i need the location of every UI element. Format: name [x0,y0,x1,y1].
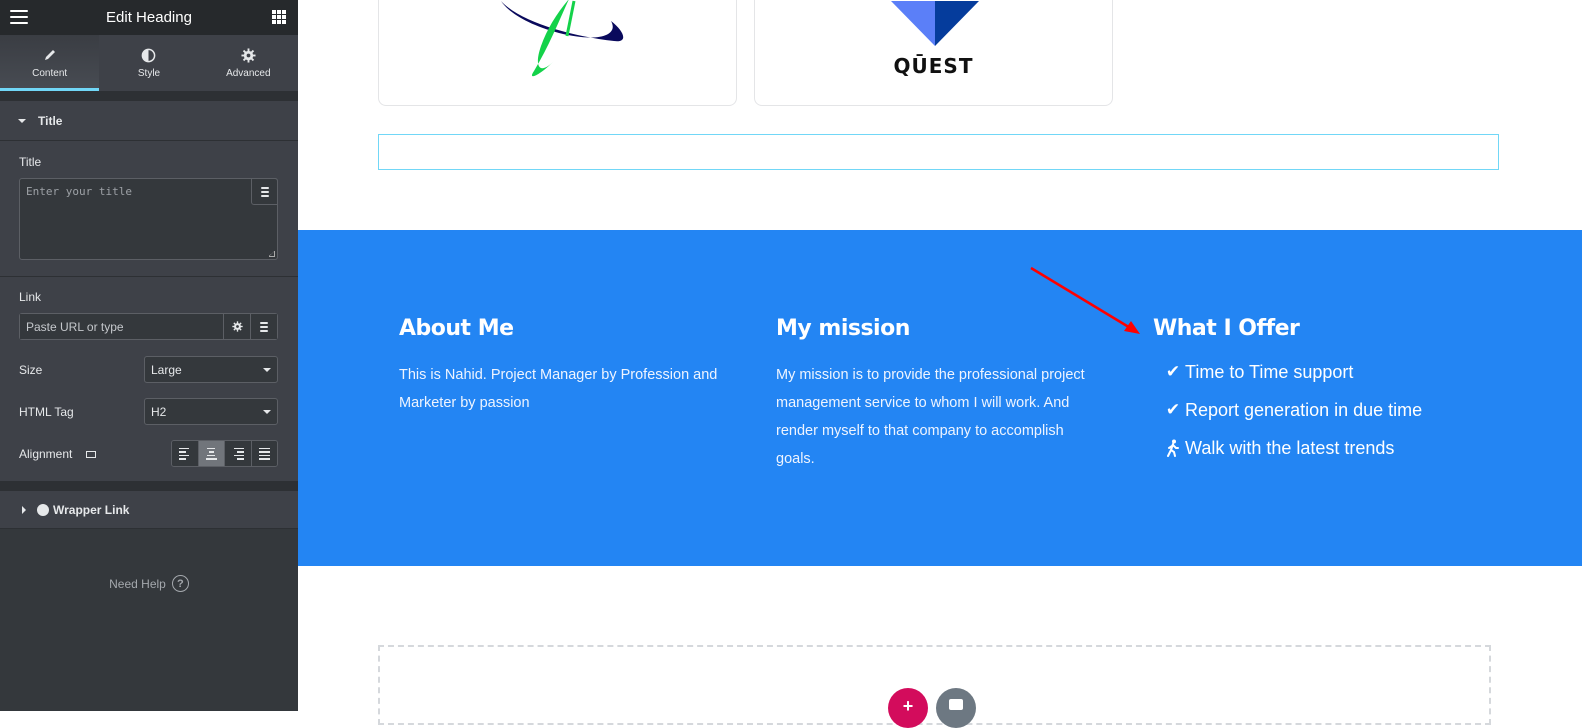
page-canvas: QŪEST About Me This is Nahid. Project Ma… [298,0,1582,728]
offer-item-text: Time to Time support [1185,361,1354,382]
offer-item: ✔ Report generation in due time [1153,391,1422,429]
alignment-label: Alignment [19,447,96,461]
desktop-monitor-icon[interactable] [85,450,96,458]
tab-label: Style [137,67,161,79]
database-icon [260,321,268,332]
selected-heading-widget[interactable] [378,134,1499,170]
chevron-down-icon [263,409,271,414]
link-field-wrap [19,313,278,340]
align-right-button[interactable] [225,441,252,466]
title-field-wrap [19,178,278,260]
about-me-text: This is Nahid. Project Manager by Profes… [399,367,718,411]
tab-advanced[interactable]: Advanced [199,35,298,91]
tab-label: Content [32,67,68,79]
tab-content[interactable]: Content [0,35,100,91]
size-control: Size Large [19,356,278,383]
about-me-column: About Me This is Nahid. Project Manager … [399,316,729,417]
pro-badge-icon [37,503,49,516]
caret-down-icon [18,118,26,123]
menu-icon[interactable] [10,10,28,24]
gear-icon [241,47,256,64]
logo-card[interactable]: QŪEST [754,0,1113,106]
offer-list: ✔ Time to Time support ✔ Report generati… [1153,353,1422,467]
dynamic-tags-button[interactable] [251,178,278,205]
plus-icon: + [902,696,914,716]
question-icon: ? [171,575,189,592]
title-label: Title [19,155,42,169]
alignment-control: Alignment [19,440,278,481]
panel-title: Edit Heading [106,9,192,26]
divider [0,481,298,491]
check-icon: ✔ [1165,400,1181,419]
pencil-icon [43,48,57,64]
check-icon: ✔ [1165,362,1181,381]
need-help-link[interactable]: Need Help ? [0,575,298,592]
title-input[interactable] [20,179,277,259]
quest-logo-icon [891,1,979,46]
about-section: About Me This is Nahid. Project Manager … [298,230,1582,566]
offer-item: Walk with the latest trends [1153,429,1422,467]
atom-orbit-logo [501,0,624,77]
folder-icon [949,699,963,710]
tab-label: Advanced [226,67,271,79]
need-help-label: Need Help [109,576,166,591]
offer-item-text: Walk with the latest trends [1185,437,1395,458]
link-input[interactable] [20,314,223,339]
size-select[interactable]: Large [144,356,278,383]
editor-panel: Edit Heading Content Style Advanced Titl… [0,0,298,711]
offer-column: What I Offer ✔ Time to Time support ✔ Re… [1153,316,1422,467]
section-wrapper-link-toggle[interactable]: Wrapper Link [0,491,298,529]
section-title-label: Title [38,113,63,128]
html-tag-control: HTML Tag H2 [19,398,278,425]
section-title-toggle[interactable]: Title [0,101,298,141]
widgets-grid-icon[interactable] [272,10,286,24]
divider [0,91,298,101]
gear-icon [231,321,243,332]
html-tag-label: HTML Tag [19,404,74,419]
about-me-heading: About Me [399,316,514,341]
html-tag-value: H2 [151,404,167,419]
offer-item-text: Report generation in due time [1185,399,1423,420]
add-section-dropzone[interactable] [378,645,1491,725]
half-circle-icon [141,48,156,64]
link-options-button[interactable] [223,314,250,339]
alignment-buttons [171,440,278,467]
mission-text: My mission is to provide the professiona… [776,367,1085,467]
quest-logo-text: QŪEST [893,54,974,78]
html-tag-select[interactable]: H2 [144,398,278,425]
size-label: Size [19,362,43,377]
logo-card[interactable] [378,0,737,106]
annotation-arrow [1030,266,1140,334]
link-label: Link [19,290,42,304]
tab-style[interactable]: Style [99,35,198,91]
chevron-down-icon [263,367,271,372]
alignment-label-text: Alignment [19,446,73,461]
panel-tabs: Content Style Advanced [0,35,298,91]
align-justify-button[interactable] [251,441,277,466]
size-value: Large [151,362,182,377]
template-library-button[interactable] [936,688,976,728]
panel-header: Edit Heading [0,0,298,35]
offer-item: ✔ Time to Time support [1153,353,1422,391]
database-icon [260,186,269,197]
controls: Title Link Size [0,141,298,481]
section-wrapper-link-label: Wrapper Link [53,502,130,517]
align-center-button[interactable] [198,441,225,466]
add-section-button[interactable]: + [888,688,928,728]
align-left-button[interactable] [172,441,199,466]
caret-right-icon [22,505,26,514]
resize-handle[interactable] [269,251,275,257]
offer-heading: What I Offer [1153,316,1300,341]
link-dynamic-tags-button[interactable] [250,314,277,339]
walking-icon [1161,439,1185,457]
